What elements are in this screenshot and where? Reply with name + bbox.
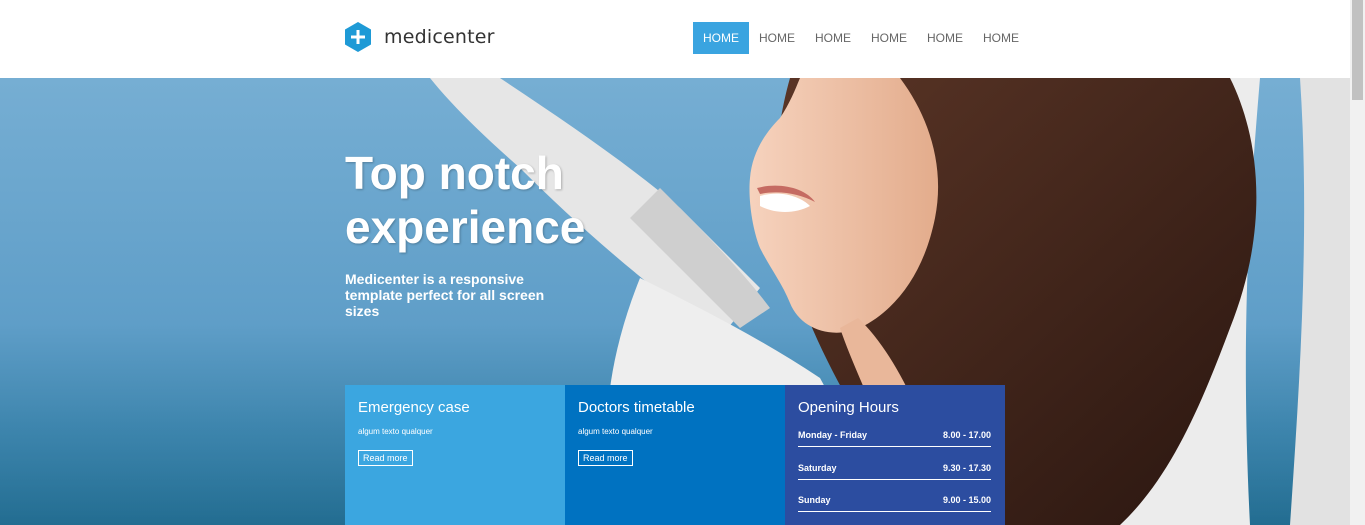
logo-hexagon-icon [345,22,371,52]
doctors-timetable-box: Doctors timetable algum texto qualquer R… [565,385,785,525]
opening-hours-title: Opening Hours [798,399,899,416]
logo-text: medicenter [384,26,495,48]
nav-item-home[interactable]: HOME [917,22,973,54]
timetable-read-more-button[interactable]: Read more [578,450,633,466]
hero-headline: Top notch experience [345,146,645,254]
site-header: medicenter HOME HOME HOME HOME HOME HOME [0,0,1350,78]
hours-day: Saturday [798,463,837,473]
doctors-timetable-title: Doctors timetable [578,399,695,416]
emergency-case-title: Emergency case [358,399,470,416]
hours-row: Saturday 9.30 - 17.30 [798,463,991,480]
doctors-timetable-text: algum texto qualquer [578,427,653,436]
nav-item-home[interactable]: HOME [973,22,1029,54]
hours-row: Sunday 9.00 - 15.00 [798,495,991,512]
page: medicenter HOME HOME HOME HOME HOME HOME [0,0,1350,525]
nav-item-home[interactable]: HOME [805,22,861,54]
emergency-read-more-button[interactable]: Read more [358,450,413,466]
hours-day: Sunday [798,495,831,505]
emergency-case-box: Emergency case algum texto qualquer Read… [345,385,565,525]
hero-banner: Top notch experience Medicenter is a res… [0,78,1350,525]
scrollbar-thumb[interactable] [1352,0,1363,100]
nav-item-home-active[interactable]: HOME [693,22,749,54]
nav-item-home[interactable]: HOME [861,22,917,54]
hours-day: Monday - Friday [798,430,868,440]
main-nav: HOME HOME HOME HOME HOME HOME [693,22,1029,54]
hero-headline-line1: Top notch [345,147,564,199]
hours-time: 9.30 - 17.30 [942,463,991,473]
logo[interactable]: medicenter [345,22,495,52]
opening-hours-box: Opening Hours Monday - Friday 8.00 - 17.… [785,385,1005,525]
nav-item-home[interactable]: HOME [749,22,805,54]
hero-headline-line2: experience [345,201,586,253]
hours-time: 9.00 - 15.00 [942,495,991,505]
hours-time: 8.00 - 17.00 [942,430,991,440]
hours-row: Monday - Friday 8.00 - 17.00 [798,430,991,447]
hero-subline: Medicenter is a responsive template perf… [345,271,545,319]
emergency-case-text: algum texto qualquer [358,427,433,436]
